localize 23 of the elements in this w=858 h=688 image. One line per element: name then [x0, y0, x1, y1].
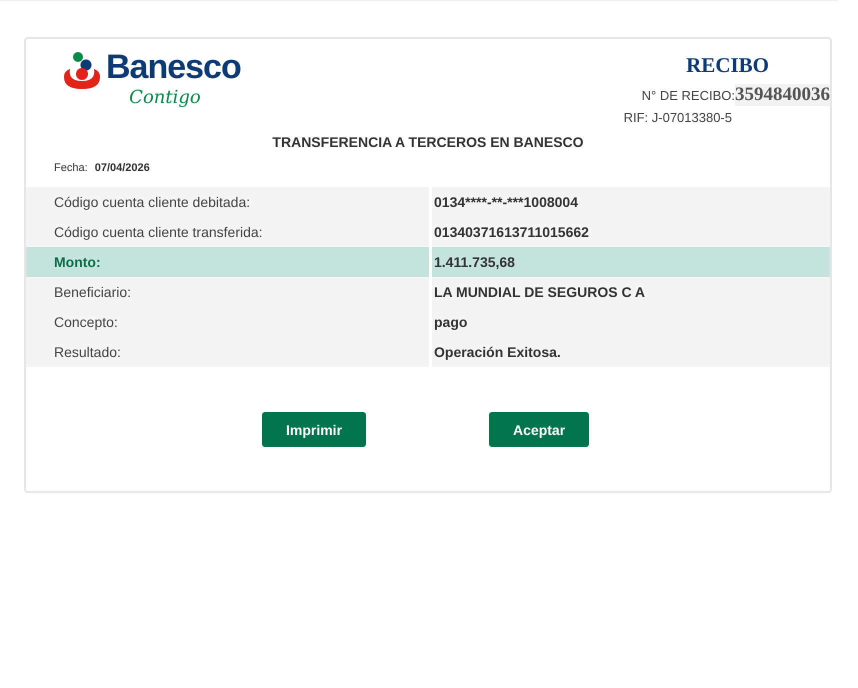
logo-tagline: Contigo: [129, 87, 201, 109]
value-cell: 0134****-**-***1008004: [432, 187, 830, 217]
action-button[interactable]: Aceptar: [489, 412, 590, 447]
rif-text: RIF: J-07013380-5: [624, 110, 732, 125]
label-cell: Beneficiario:: [26, 277, 429, 307]
receipt-number-label: N° DE RECIBO:: [642, 88, 735, 103]
receipt-title: RECIBO: [686, 53, 769, 78]
transfer-heading: TRANSFERENCIA A TERCEROS EN BANESCO: [271, 134, 585, 150]
label-cell: Código cuenta cliente transferida:: [26, 217, 429, 247]
value-cell: LA MUNDIAL DE SEGUROS C A: [432, 277, 830, 307]
label-cell: Código cuenta cliente debitada:: [26, 187, 429, 217]
label-cell: Monto:: [26, 247, 429, 277]
action-button[interactable]: Imprimir: [262, 412, 366, 447]
label-cell: Resultado:: [26, 337, 429, 367]
label-cell: Concepto:: [26, 307, 429, 337]
date-value: 07/04/2026: [94, 162, 150, 174]
value-cell: 01340371613711015662: [432, 217, 830, 247]
value-cell: Operación Exitosa.: [432, 337, 830, 367]
logo-name: Banesco: [106, 47, 241, 87]
value-cell: pago: [432, 307, 830, 337]
receipt-number: 3594840036: [735, 84, 830, 106]
date-label: Fecha:: [54, 162, 88, 174]
value-cell: 1.411.735,68: [432, 247, 830, 277]
